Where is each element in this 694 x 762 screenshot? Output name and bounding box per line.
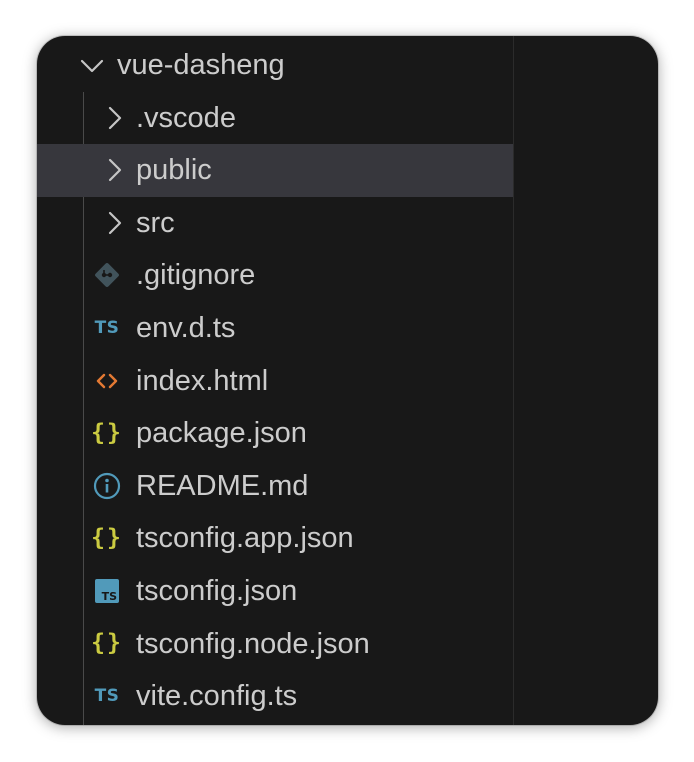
file-row-tsconfig-json[interactable]: TS tsconfig.json [37, 565, 513, 618]
explorer-window: vue-dasheng .vscode public src .gitignor… [37, 36, 658, 725]
tsconfig-icon-badge: TS [95, 578, 119, 603]
file-row-package-json[interactable]: {} package.json [37, 407, 513, 460]
folder-label: public [136, 154, 212, 187]
file-row-vite-config-ts[interactable]: TS vite.config.ts [37, 670, 513, 723]
panel-divider[interactable] [513, 36, 514, 725]
json-icon-text: {} [91, 419, 123, 446]
folder-label: .vscode [136, 101, 236, 134]
html-icon [90, 366, 124, 396]
file-label: index.html [136, 364, 269, 397]
file-row-env-d-ts[interactable]: TS env.d.ts [37, 302, 513, 355]
info-icon [90, 471, 124, 501]
file-row-tsconfig-app-json[interactable]: {} tsconfig.app.json [37, 512, 513, 565]
chevron-right-icon[interactable] [100, 144, 130, 196]
typescript-icon-text: TS [94, 685, 120, 706]
file-label: .gitignore [136, 259, 256, 292]
file-row-readme[interactable]: README.md [37, 460, 513, 513]
folder-row-src[interactable]: src [37, 197, 513, 250]
tsconfig-icon: TS [90, 576, 124, 606]
file-row-gitignore[interactable]: .gitignore [37, 249, 513, 302]
folder-row-public[interactable]: public [37, 144, 513, 197]
file-label: tsconfig.app.json [136, 522, 354, 555]
json-icon: {} [90, 418, 124, 448]
file-label: package.json [136, 417, 307, 450]
json-icon-text: {} [91, 630, 123, 657]
chevron-right-icon[interactable] [100, 197, 130, 249]
file-label: README.md [136, 469, 309, 502]
folder-row-vscode[interactable]: .vscode [37, 92, 513, 145]
typescript-icon: TS [90, 313, 124, 343]
chevron-right-icon[interactable] [100, 92, 130, 144]
json-icon: {} [90, 523, 124, 553]
file-row-index-html[interactable]: index.html [37, 355, 513, 408]
typescript-icon-text: TS [94, 317, 120, 338]
file-label: vite.config.ts [136, 680, 298, 713]
folder-label: src [136, 206, 175, 239]
git-icon [90, 260, 124, 290]
typescript-icon: TS [90, 681, 124, 711]
folder-row-root[interactable]: vue-dasheng [37, 39, 513, 92]
chevron-down-icon[interactable] [77, 39, 107, 91]
file-label: env.d.ts [136, 311, 236, 344]
tsconfig-icon-text: TS [101, 589, 117, 603]
file-row-tsconfig-node-json[interactable]: {} tsconfig.node.json [37, 618, 513, 671]
json-icon-text: {} [91, 525, 123, 552]
root-folder-label: vue-dasheng [117, 49, 285, 81]
file-label: tsconfig.json [136, 574, 298, 607]
file-label: tsconfig.node.json [136, 627, 370, 660]
file-tree: vue-dasheng .vscode public src .gitignor… [37, 39, 513, 723]
json-icon: {} [90, 629, 124, 659]
